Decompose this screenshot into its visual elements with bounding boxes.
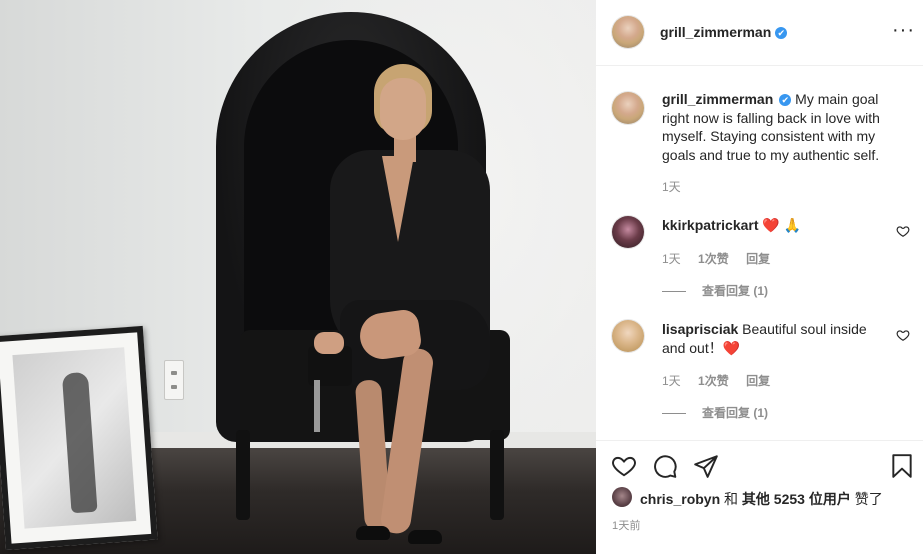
post-details-panel: grill_zimmerman ✔ ··· grill_zimmerman ✔ My…: [596, 0, 923, 554]
comment-username[interactable]: lisaprisciak: [662, 321, 738, 337]
comment-meta: 1天 1次赞 回复: [662, 250, 784, 267]
view-replies-label: 查看回复 (1): [702, 406, 769, 420]
likes-text: chris_robyn 和 其他 5253 位用户 赞了: [640, 489, 883, 509]
shoe: [356, 526, 390, 540]
heart-icon[interactable]: [896, 328, 910, 342]
comment-likes[interactable]: 1次赞: [698, 374, 729, 388]
frame-figure: [61, 371, 98, 514]
header-username[interactable]: grill_zimmerman: [660, 24, 771, 40]
heart-icon[interactable]: [611, 453, 637, 479]
header-user: grill_zimmerman ✔: [660, 24, 788, 42]
shoe: [408, 530, 442, 544]
avatar[interactable]: [612, 216, 644, 248]
caption-time[interactable]: 1天: [662, 178, 681, 195]
avatar[interactable]: [612, 92, 644, 124]
frame-print: [12, 347, 137, 529]
avatar[interactable]: [612, 16, 644, 48]
chair-leg: [236, 430, 250, 520]
post-header: grill_zimmerman ✔ ···: [596, 0, 923, 66]
comment-text: lisaprisciak Beautiful soul inside and o…: [662, 320, 876, 357]
liker-username[interactable]: chris_robyn: [640, 491, 720, 507]
comment-likes[interactable]: 1次赞: [698, 252, 729, 266]
avatar[interactable]: [612, 487, 632, 507]
comment-body: ❤️ 🙏: [762, 217, 802, 233]
comment-time[interactable]: 1天: [662, 252, 681, 266]
comment-text: kkirkpatrickart ❤️ 🙏: [662, 216, 876, 235]
comment-username[interactable]: kkirkpatrickart: [662, 217, 759, 233]
verified-icon: ✔: [775, 27, 788, 39]
dress-neckline: [382, 156, 414, 242]
others-count[interactable]: 其他 5253 位用户: [742, 491, 851, 507]
reply-button[interactable]: 回复: [746, 252, 770, 266]
framed-photo: [0, 325, 158, 550]
avatar[interactable]: [612, 320, 644, 352]
share-icon[interactable]: [693, 453, 719, 479]
clutch-tassel: [314, 380, 320, 432]
woman-face: [380, 78, 426, 140]
woman-hand: [314, 332, 344, 354]
likes-verb: 赞了: [854, 491, 883, 507]
reply-button[interactable]: 回复: [746, 374, 770, 388]
divider-line: [662, 413, 686, 415]
caption-username[interactable]: grill_zimmerman: [662, 91, 773, 107]
comment-meta: 1天 1次赞 回复: [662, 372, 784, 389]
heart-icon[interactable]: [896, 224, 910, 238]
post-photo[interactable]: [0, 0, 596, 554]
view-replies-button[interactable]: 查看回复 (1): [662, 404, 768, 421]
view-replies-label: 查看回复 (1): [702, 284, 769, 298]
bookmark-icon[interactable]: [889, 453, 915, 479]
view-replies-button[interactable]: 查看回复 (1): [662, 282, 768, 299]
more-icon[interactable]: ···: [892, 20, 915, 40]
comment-icon[interactable]: [652, 453, 678, 479]
likes-and: 和: [724, 491, 739, 507]
divider-line: [662, 291, 686, 293]
caption-text: grill_zimmerman ✔ My main goal right now …: [662, 90, 898, 164]
wall-outlet: [164, 360, 184, 400]
verified-icon: ✔: [779, 94, 792, 106]
chair-leg: [490, 430, 504, 520]
comment-time[interactable]: 1天: [662, 374, 681, 388]
actions-bar: chris_robyn 和 其他 5253 位用户 赞了 1天前: [596, 440, 923, 554]
post-time[interactable]: 1天前: [612, 517, 641, 533]
